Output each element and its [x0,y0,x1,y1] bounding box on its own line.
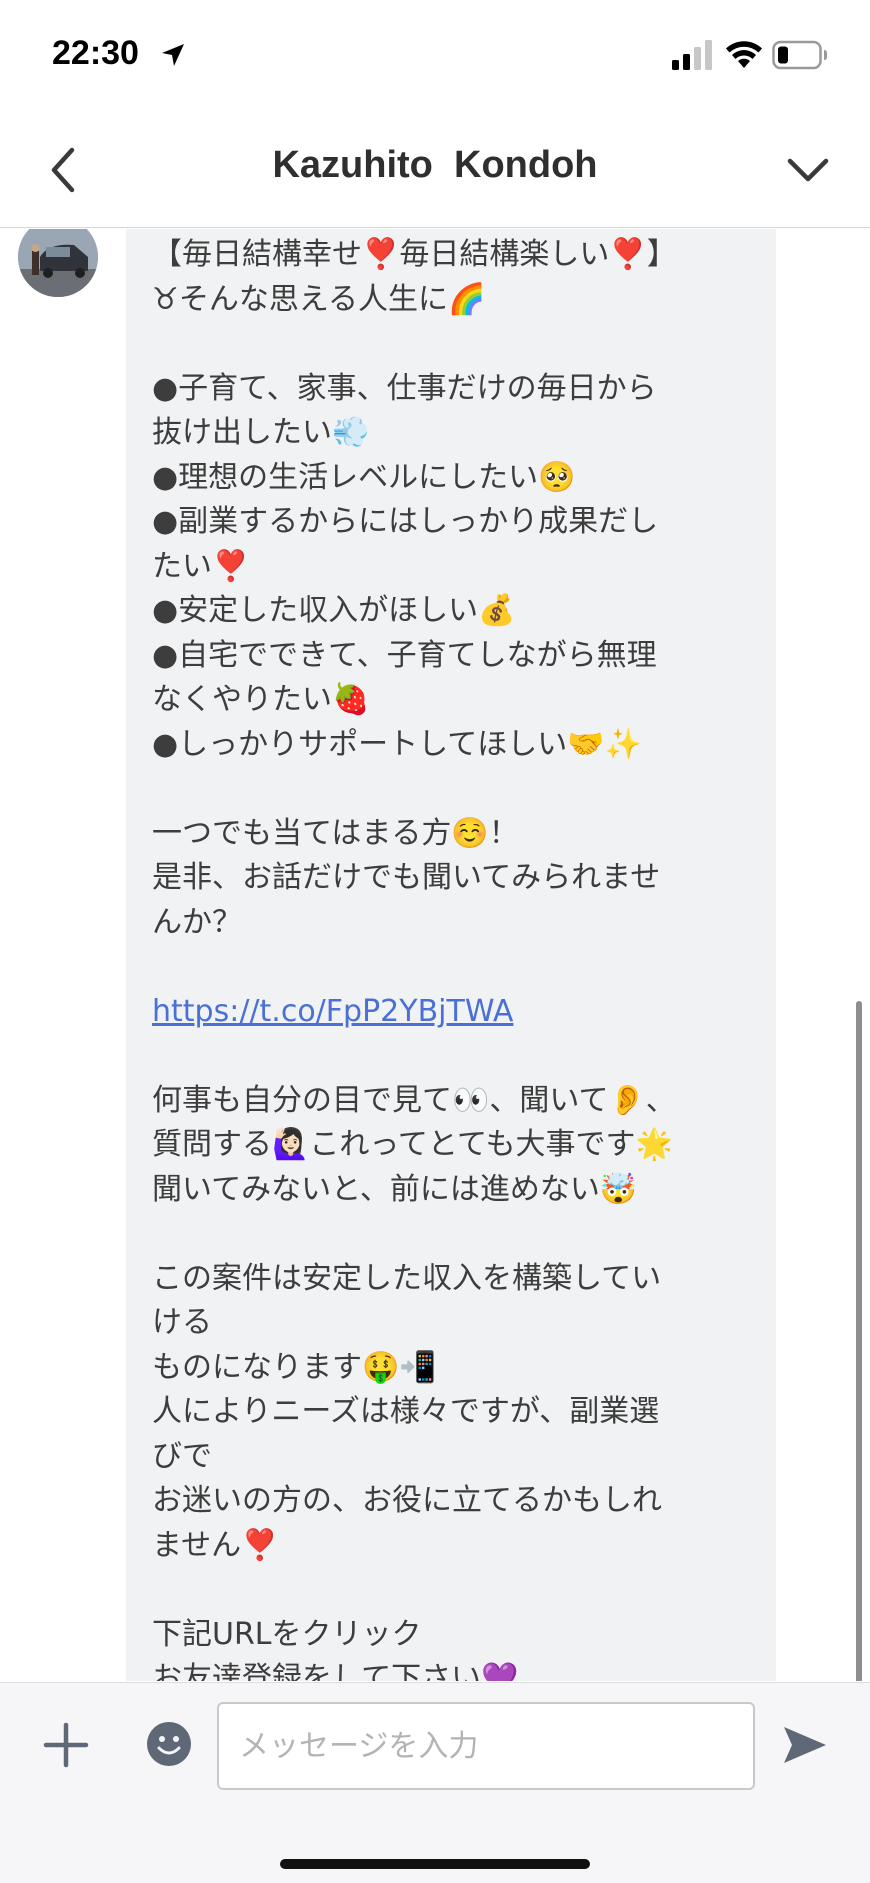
message-line: なくやりたい🍓 [152,682,370,717]
message-line: 何事も自分の目で見て👀、聞いて👂、 [152,1082,676,1118]
message-bubble[interactable]: 【毎日結構幸せ❣️毎日結構楽しい❣️】 ♉そんな思える人生に🌈 ●子育て、家事、仕事… [126,229,776,1681]
message-line: ける [152,1305,212,1340]
message-input[interactable] [217,1702,755,1790]
message-line: ものになります🤑📲 [152,1349,437,1385]
send-icon[interactable] [780,1723,828,1767]
cell-signal-icon [672,40,712,70]
message-line: ●自宅でできて、子育てしながら無理 [152,637,657,673]
message-line: https://t.co/FpP2YBjTWA [152,990,750,1035]
message-line: ●副業するからにはしっかり成果だし [152,504,659,539]
home-indicator [280,1859,590,1869]
avatar[interactable] [18,229,98,297]
message-line: たい❣️ [152,548,250,584]
message-line: ●安定した収入がほしい💰 [152,593,516,628]
message-line: 抜け出したい💨 [152,415,370,450]
chevron-down-icon[interactable] [780,146,836,196]
message-line: んか？ [152,904,242,940]
message-composer [0,1682,870,1883]
plus-icon[interactable] [42,1721,90,1769]
chat-message-area[interactable]: 【毎日結構幸せ❣️毎日結構楽しい❣️】 ♉そんな思える人生に🌈 ●子育て、家事、仕事… [0,229,870,1681]
chat-header: Kazuhito Kondoh [0,110,870,228]
message-line: ●しっかりサポートしてほしい🤝✨ [152,726,642,762]
message-line: お迷いの方の、お役に立てるかもしれ [152,1483,662,1518]
contact-name-title[interactable]: Kazuhito Kondoh [0,144,870,187]
wifi-icon [726,41,762,68]
message-line: ●子育て、家事、仕事だけの毎日から [152,370,657,406]
message-link[interactable]: https://t.co/FpP2YBjTWA [152,994,513,1029]
avatar-photo [18,229,98,297]
message-line: 是非、お話だけでも聞いてみられませ [152,860,661,895]
status-bar: 22:30 [0,0,870,110]
message-line: ません❣️ [152,1527,279,1563]
scrollbar[interactable] [856,1001,862,1681]
message-line: お友達登録をして下さい💜 [152,1661,519,1681]
message-line: 一つでも当てはまる方☺️！ [152,815,519,851]
message-line: ♉そんな思える人生に🌈 [152,281,486,317]
message-line: この案件は安定した収入を構築してい [152,1260,662,1296]
smiley-icon[interactable] [146,1721,192,1767]
message-line: 人によりニーズは様々ですが、副業選 [152,1394,660,1429]
battery-icon [772,40,827,70]
location-arrow-icon [162,44,184,66]
message-line: 下記URLをクリック [152,1616,422,1652]
message-line: ●理想の生活レベルにしたい🥺 [152,459,576,495]
message-line: 聞いてみないと、前には進めない🤯 [152,1171,638,1207]
message-line: 【毎日結構幸せ❣️毎日結構楽しい❣️】 [152,237,677,272]
message-line: 質問する🙋🏻‍♀️これってとても大事です🌟 [152,1127,673,1162]
message-line: びで [152,1438,212,1474]
status-time: 22:30 [52,34,139,72]
